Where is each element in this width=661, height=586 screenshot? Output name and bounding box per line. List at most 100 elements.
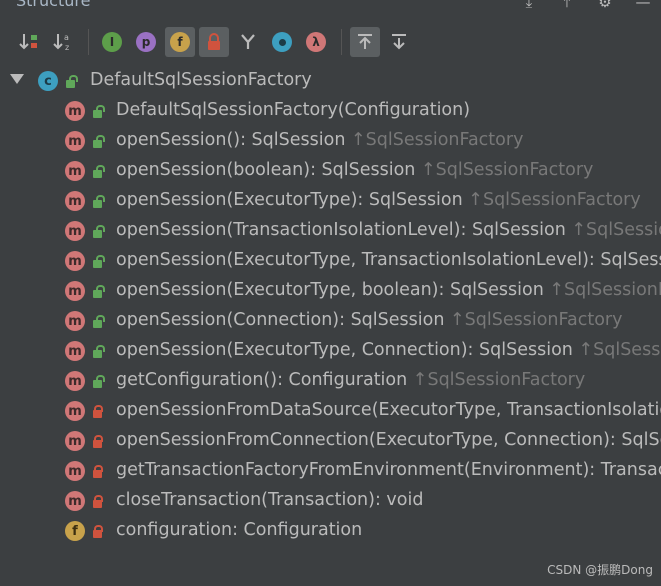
member-signature: openSessionFromDataSource(ExecutorType, …: [116, 400, 661, 420]
inherited-from: ↑SqlSessionFactory: [468, 190, 641, 210]
watermark: CSDN @振鹏Dong: [547, 563, 653, 577]
header-actions: ⤓ ⤒ ⚙ —: [519, 0, 653, 12]
inherited-from: ↑SqlSessionFactory: [412, 370, 586, 390]
private-lock-icon: [93, 435, 103, 448]
sort-alphabetically-icon: a z: [53, 33, 69, 52]
private-lock-icon: [93, 405, 103, 418]
tree-member-row[interactable]: m openSession(Connection): SqlSession ↑Sq…: [0, 306, 661, 336]
method-icon: m: [65, 131, 85, 151]
tree-member-row[interactable]: m openSession(ExecutorType, Connection): …: [0, 336, 661, 366]
tree-member-row[interactable]: m closeTransaction(Transaction): void: [0, 486, 661, 516]
inherited-from: ↑SqlSessionFactory: [420, 160, 594, 180]
public-lock-icon: [93, 105, 105, 118]
member-label: openSession(ExecutorType, boolean): SqlS…: [116, 280, 544, 300]
member-label: openSessionFromDataSource(ExecutorType, …: [116, 400, 661, 420]
class-icon: c: [38, 71, 58, 91]
member-signature: openSession(): SqlSession ↑SqlSessionFac…: [116, 130, 523, 150]
tree-member-row[interactable]: m openSession(): SqlSession ↑SqlSessionFa…: [0, 126, 661, 156]
show-fields-button[interactable]: f: [165, 27, 195, 57]
show-properties-icon: p: [136, 32, 156, 52]
public-lock-icon: [93, 315, 105, 328]
method-icon: m: [65, 341, 85, 361]
tree-member-row[interactable]: m getConfiguration(): Configuration ↑SqlS…: [0, 366, 661, 396]
show-non-public-button[interactable]: [199, 27, 229, 57]
inherited-from: ↑SqlSession: [571, 220, 661, 240]
tree-member-row[interactable]: m openSession(ExecutorType, boolean): Sql…: [0, 276, 661, 306]
anonymous-class-icon: [272, 32, 292, 52]
member-label: openSession(TransactionIsolationLevel): …: [116, 220, 566, 240]
sort-by-visibility-button[interactable]: [14, 27, 44, 57]
member-label: openSession(): SqlSession: [116, 130, 346, 150]
tree-member-row[interactable]: m openSessionFromConnection(ExecutorType,…: [0, 426, 661, 456]
member-signature: DefaultSqlSessionFactory(Configuration): [116, 100, 470, 120]
lock-icon: [208, 33, 220, 50]
expand-all-icon[interactable]: ⤓: [519, 0, 539, 12]
inherited-from: ↑SqlSessio: [578, 340, 661, 360]
method-icon: m: [65, 311, 85, 331]
method-icon: m: [65, 101, 85, 121]
autoscroll-to-source-button[interactable]: [350, 27, 380, 57]
member-label: closeTransaction(Transaction): void: [116, 490, 424, 510]
member-label: openSession(ExecutorType): SqlSession: [116, 190, 463, 210]
method-icon: m: [65, 431, 85, 451]
structure-tree: c DefaultSqlSessionFactory m DefaultSqlSe…: [0, 66, 661, 546]
tree-member-row[interactable]: m openSession(ExecutorType, TransactionIs…: [0, 246, 661, 276]
tree-member-row[interactable]: m DefaultSqlSessionFactory(Configuration): [0, 96, 661, 126]
settings-icon[interactable]: ⚙: [595, 0, 615, 12]
structure-toolbar: a z I p f λ: [0, 24, 661, 60]
method-icon: m: [65, 281, 85, 301]
method-icon: m: [65, 491, 85, 511]
svg-text:a: a: [64, 33, 69, 42]
show-lambdas-button[interactable]: λ: [301, 27, 331, 57]
sort-alphabetically-button[interactable]: a z: [48, 27, 78, 57]
member-signature: getConfiguration(): Configuration ↑SqlSe…: [116, 370, 585, 390]
member-label: openSessionFromConnection(ExecutorType, …: [116, 430, 661, 450]
show-interfaces-button[interactable]: [233, 27, 263, 57]
autoscroll-from-source-button[interactable]: [384, 27, 414, 57]
private-lock-icon: [93, 525, 103, 538]
member-signature: openSession(ExecutorType, TransactionIso…: [116, 250, 661, 270]
method-icon: m: [65, 221, 85, 241]
member-signature: configuration: Configuration: [116, 520, 362, 540]
show-properties-button[interactable]: p: [131, 27, 161, 57]
method-icon: m: [65, 401, 85, 421]
hide-icon[interactable]: —: [633, 0, 653, 12]
member-label: DefaultSqlSessionFactory(Configuration): [116, 100, 471, 120]
member-label: configuration: Configuration: [116, 520, 363, 540]
collapse-all-icon[interactable]: ⤒: [557, 0, 577, 12]
tree-member-row[interactable]: f configuration: Configuration: [0, 516, 661, 546]
public-lock-icon: [93, 255, 105, 268]
autoscroll-to-source-icon: [358, 34, 372, 49]
method-icon: m: [65, 371, 85, 391]
hierarchy-icon: [241, 34, 255, 49]
show-inherited-icon: I: [102, 32, 122, 52]
member-label: getConfiguration(): Configuration: [116, 370, 408, 390]
member-label: openSession(boolean): SqlSession: [116, 160, 416, 180]
show-anonymous-button[interactable]: [267, 27, 297, 57]
tree-member-row[interactable]: m openSession(TransactionIsolationLevel):…: [0, 216, 661, 246]
tree-member-row[interactable]: m getTransactionFactoryFromEnvironment(En…: [0, 456, 661, 486]
private-lock-icon: [93, 495, 103, 508]
expand-arrow-icon[interactable]: [10, 74, 24, 84]
tree-member-row[interactable]: m openSessionFromDataSource(ExecutorType,…: [0, 396, 661, 426]
member-signature: openSessionFromConnection(ExecutorType, …: [116, 430, 661, 450]
member-signature: getTransactionFactoryFromEnvironment(Env…: [116, 460, 661, 480]
panel-title: Structure: [16, 0, 91, 10]
class-name: DefaultSqlSessionFactory: [90, 70, 312, 90]
sort-by-visibility-icon: [19, 34, 37, 50]
tree-member-row[interactable]: m openSession(boolean): SqlSession ↑SqlSe…: [0, 156, 661, 186]
show-inherited-button[interactable]: I: [97, 27, 127, 57]
autoscroll-from-source-icon: [392, 34, 406, 50]
method-icon: m: [65, 461, 85, 481]
lambda-icon: λ: [306, 32, 326, 52]
member-label: openSession(Connection): SqlSession: [116, 310, 445, 330]
show-fields-icon: f: [170, 32, 190, 52]
public-lock-icon: [93, 195, 105, 208]
member-label: openSession(ExecutorType, TransactionIso…: [116, 250, 661, 270]
inherited-from: ↑SqlSessionFactory: [350, 130, 524, 150]
public-lock-icon: [93, 225, 105, 238]
member-label: openSession(ExecutorType, Connection): S…: [116, 340, 573, 360]
tree-root-row[interactable]: c DefaultSqlSessionFactory: [0, 66, 661, 96]
tree-member-row[interactable]: m openSession(ExecutorType): SqlSession ↑…: [0, 186, 661, 216]
inherited-from: ↑SqlSessionFa: [549, 280, 661, 300]
